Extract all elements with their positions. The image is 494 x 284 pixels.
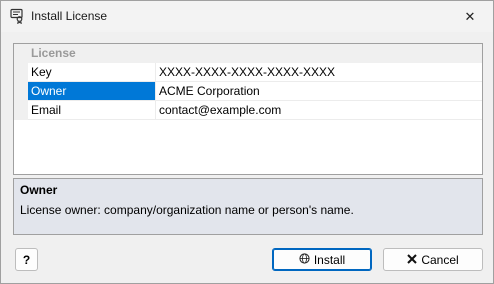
install-label: Install — [313, 252, 346, 267]
close-button[interactable]: ✕ — [447, 1, 493, 32]
property-row-email[interactable]: Email contact@example.com — [14, 101, 482, 120]
help-button[interactable]: ? — [15, 248, 38, 271]
property-value[interactable]: XXXX-XXXX-XXXX-XXXX-XXXX — [157, 63, 482, 81]
description-panel: Owner License owner: company/organizatio… — [13, 178, 483, 235]
group-label: License — [31, 46, 76, 60]
property-value[interactable]: contact@example.com — [157, 101, 482, 119]
license-icon — [9, 8, 25, 25]
globe-icon — [299, 252, 310, 267]
property-name-selected[interactable]: Owner — [28, 82, 156, 100]
description-title: Owner — [20, 183, 58, 197]
property-group-header[interactable]: License — [14, 44, 482, 63]
install-button[interactable]: Install — [272, 248, 372, 271]
window-title: Install License — [31, 9, 108, 23]
help-label: ? — [22, 252, 31, 267]
install-license-dialog: Install License ✕ License Key XXXX-XXXX-… — [0, 0, 494, 284]
close-icon: ✕ — [464, 8, 476, 24]
property-row-owner[interactable]: Owner ACME Corporation — [14, 82, 482, 101]
row-gutter — [14, 101, 28, 120]
property-value[interactable]: ACME Corporation — [157, 82, 482, 100]
description-text: License owner: company/organization name… — [20, 203, 354, 217]
property-grid[interactable]: License Key XXXX-XXXX-XXXX-XXXX-XXXX Own… — [13, 43, 483, 175]
property-row-key[interactable]: Key XXXX-XXXX-XXXX-XXXX-XXXX — [14, 63, 482, 82]
cancel-label: Cancel — [421, 252, 459, 267]
cancel-button[interactable]: Cancel — [383, 248, 483, 271]
title-bar: Install License ✕ — [1, 1, 493, 32]
x-icon — [407, 253, 418, 267]
property-name[interactable]: Email — [28, 101, 156, 119]
row-gutter — [14, 63, 28, 82]
property-name[interactable]: Key — [28, 63, 156, 81]
row-gutter — [14, 82, 28, 101]
